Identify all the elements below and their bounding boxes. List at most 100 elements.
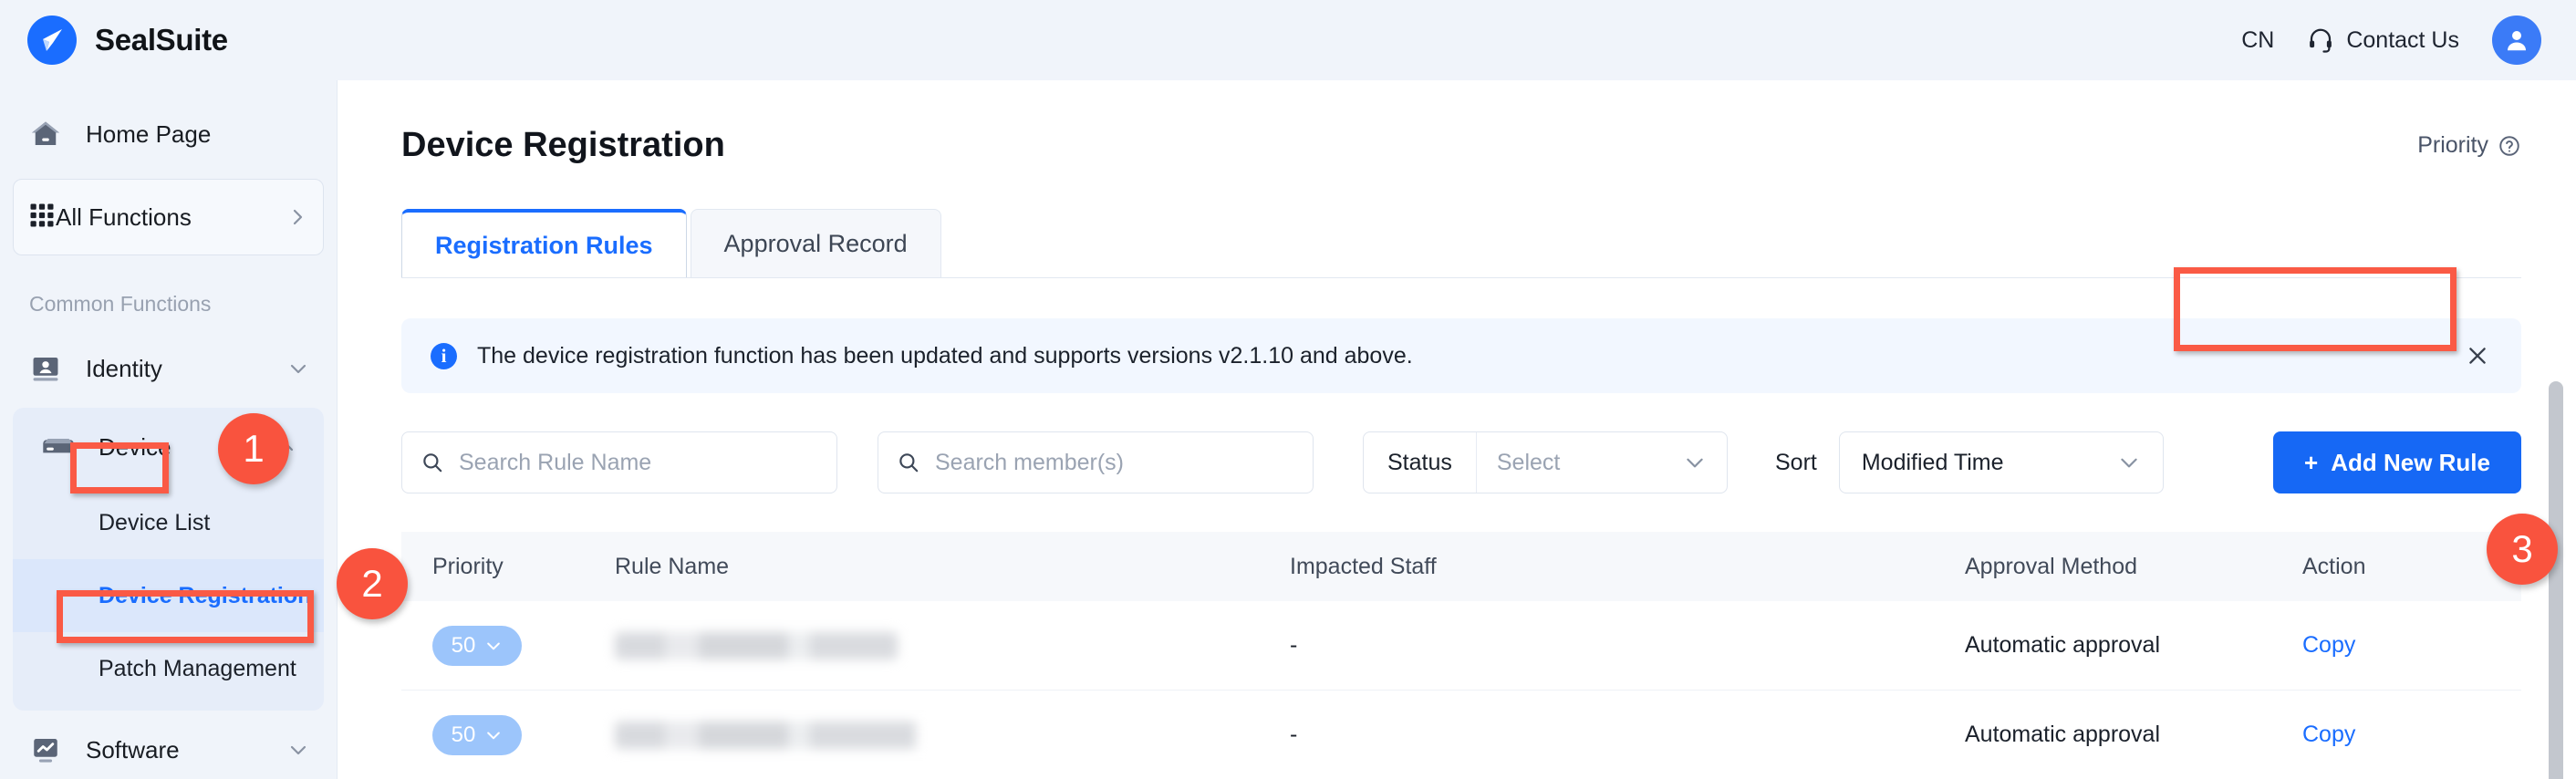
cell-priority: 50 [432, 714, 615, 755]
table-header-row: Priority Rule Name Impacted Staff Approv… [401, 532, 2521, 601]
tab-label: Approval Record [723, 230, 908, 257]
plus-icon: + [2304, 448, 2319, 476]
priority-value: 50 [451, 632, 476, 658]
priority-value: 50 [451, 722, 476, 747]
sidebar-item-label: Device [99, 432, 171, 461]
tab-bar: Registration Rules Approval Record [401, 209, 2521, 278]
copy-rule-link[interactable]: Copy [2302, 722, 2355, 747]
home-icon [27, 118, 64, 151]
info-banner: i The device registration function has b… [401, 318, 2521, 393]
sidebar-item-label: Identity [86, 354, 162, 382]
status-filter-label: Status [1364, 432, 1477, 493]
chevron-down-icon [2117, 451, 2141, 474]
cell-priority: 50 [432, 625, 615, 666]
cell-action: Copy [2302, 632, 2485, 659]
priority-select[interactable]: 50 [432, 714, 522, 755]
copy-rule-link[interactable]: Copy [2302, 632, 2355, 658]
top-header: SealSuite CN Contact Us [0, 0, 2576, 80]
contact-us-label: Contact Us [2346, 26, 2459, 53]
sidebar-navigation: Home Page All Functions Common Functions [0, 80, 338, 779]
server-icon [40, 433, 77, 461]
sidebar-item-identity[interactable]: Identity [0, 329, 337, 408]
sidebar-item-all-functions[interactable]: All Functions [13, 179, 324, 255]
identity-card-icon [27, 353, 64, 384]
grid-icon [28, 202, 56, 234]
contact-us-button[interactable]: Contact Us [2307, 26, 2459, 54]
cell-impacted-staff: - [1290, 632, 1298, 658]
annotation-badge-1: 1 [218, 413, 289, 484]
chevron-down-icon [287, 739, 309, 761]
annotation-badge-3: 3 [2487, 514, 2558, 585]
header-actions: CN Contact Us [2241, 16, 2541, 65]
annotation-badge-2: 2 [337, 548, 408, 619]
chevron-right-icon [286, 206, 308, 228]
cell-approval-method: Automatic approval [1965, 722, 2161, 747]
sidebar-item-patch-management[interactable]: Patch Management [13, 632, 324, 705]
search-icon [421, 451, 444, 474]
column-header-rule-name: Rule Name [615, 553, 730, 579]
paper-plane-icon [27, 16, 77, 65]
cell-approval-method: Automatic approval [1965, 632, 2161, 658]
page-title: Device Registration [401, 126, 725, 164]
priority-select[interactable]: 50 [432, 625, 522, 666]
add-new-rule-button[interactable]: + Add New Rule [2273, 431, 2521, 493]
headset-icon [2307, 26, 2334, 54]
sort-select[interactable]: Modified Time [1838, 431, 2164, 493]
rule-name-redacted [615, 631, 898, 660]
chart-monitor-icon [27, 734, 64, 765]
cell-action: Copy [2302, 722, 2485, 748]
info-icon: i [431, 342, 457, 369]
cell-rule-name [615, 631, 1290, 660]
priority-hint[interactable]: Priority [2417, 132, 2521, 159]
info-banner-text: The device registration function has bee… [477, 342, 1413, 369]
status-filter: Status Select [1363, 431, 1728, 493]
tab-bar-underline [401, 277, 2521, 278]
sidebar-item-software[interactable]: Software [0, 711, 337, 779]
application-window: SealSuite CN Contact Us Home Page All Fu… [0, 0, 2576, 779]
close-icon[interactable] [2465, 343, 2490, 369]
brand-name: SealSuite [95, 23, 228, 57]
brand-logo-group[interactable]: SealSuite [27, 16, 228, 65]
chevron-down-icon [484, 726, 503, 744]
sidebar-item-home-page[interactable]: Home Page [0, 95, 337, 173]
search-members-input[interactable]: Search member(s) [878, 431, 1314, 493]
language-switch[interactable]: CN [2241, 27, 2274, 54]
help-circle-icon [2498, 134, 2521, 158]
sidebar-item-device-list[interactable]: Device List [13, 486, 324, 559]
sidebar-item-label: Home Page [86, 119, 212, 148]
column-header-action: Action [2302, 553, 2366, 579]
search-icon [897, 451, 920, 474]
avatar[interactable] [2492, 16, 2541, 65]
table-row[interactable]: 50 - Automatic approval Copy [401, 691, 2521, 779]
cell-impacted-staff: - [1290, 722, 1298, 747]
search-rule-name-placeholder: Search Rule Name [459, 449, 652, 475]
column-header-impacted-staff: Impacted Staff [1290, 553, 1437, 579]
tab-approval-record[interactable]: Approval Record [690, 209, 941, 278]
chevron-down-icon [287, 358, 309, 379]
chevron-down-icon [484, 637, 503, 655]
sidebar-subitem-label: Patch Management [99, 655, 296, 681]
search-rule-name-input[interactable]: Search Rule Name [401, 431, 837, 493]
sort-value: Modified Time [1861, 449, 2004, 475]
add-new-rule-label: Add New Rule [2331, 448, 2490, 476]
sidebar-item-label: Software [86, 735, 180, 763]
tab-registration-rules[interactable]: Registration Rules [401, 209, 687, 278]
sidebar-item-device-registration[interactable]: Device Registration [13, 559, 324, 632]
main-content: Device Registration Priority Registratio… [338, 80, 2576, 779]
page-header-row: Device Registration Priority [401, 126, 2521, 165]
column-header-priority: Priority [432, 553, 504, 579]
rules-table: Priority Rule Name Impacted Staff Approv… [401, 532, 2521, 779]
chevron-down-icon [1683, 451, 1707, 474]
vertical-scrollbar[interactable] [2549, 381, 2563, 779]
status-filter-select[interactable]: Select [1477, 432, 1727, 493]
tab-label: Registration Rules [435, 231, 653, 259]
sidebar-item-label: All Functions [56, 203, 192, 231]
cell-rule-name [615, 721, 1290, 749]
filter-toolbar: Search Rule Name Search member(s) Status… [401, 431, 2521, 493]
sort-label: Sort [1775, 449, 1817, 475]
column-header-approval-method: Approval Method [1965, 553, 2138, 579]
search-members-placeholder: Search member(s) [935, 449, 1124, 475]
rule-name-redacted [615, 721, 939, 749]
table-row[interactable]: 50 - Automatic approval Copy [401, 601, 2521, 691]
body-container: Home Page All Functions Common Functions [0, 80, 2576, 779]
